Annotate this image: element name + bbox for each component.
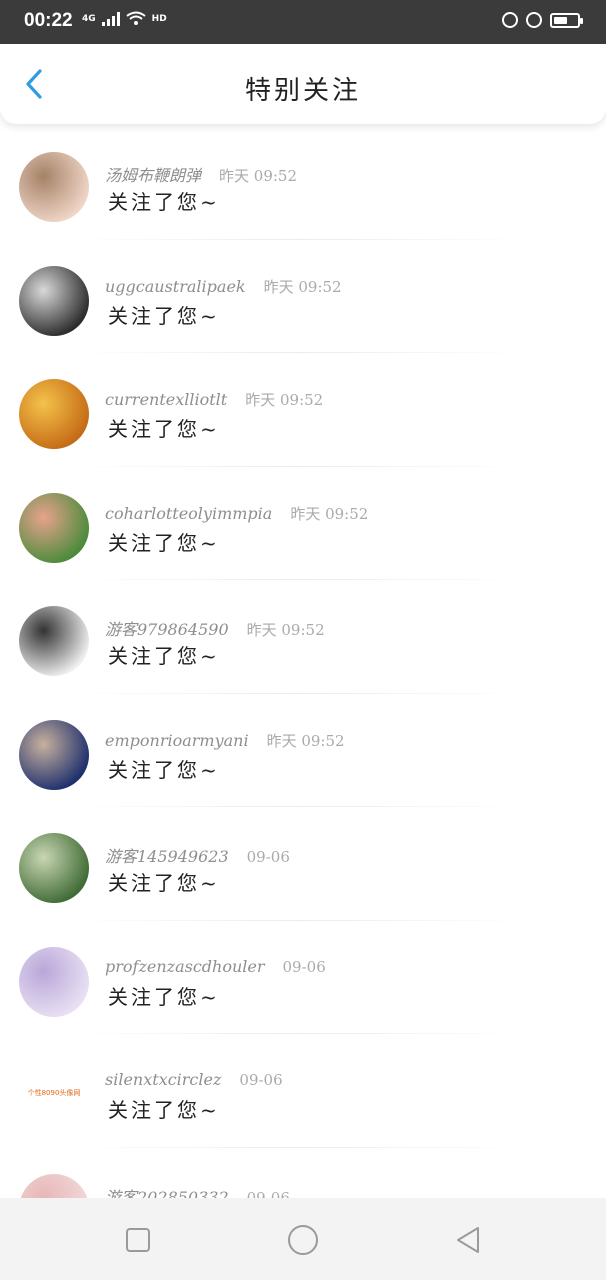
name-time-row: 游客145949623 09-06 (105, 843, 290, 867)
avatar[interactable] (19, 152, 89, 222)
timestamp: 09-06 (246, 848, 290, 866)
avatar[interactable] (19, 265, 89, 336)
user-name[interactable]: currentexlliotlt (105, 390, 227, 409)
user-name[interactable]: 汤姆布鞭朗弹 (105, 162, 201, 186)
alarm-icon (526, 12, 542, 28)
notification-message: 关注了您~ (108, 871, 220, 895)
notification-message: 关注了您~ (108, 984, 220, 1009)
app-header: 特别关注 (0, 44, 606, 124)
circle-home-icon (288, 1225, 318, 1255)
name-time-row: coharlotteolyimmpia 昨天 09:52 (105, 503, 368, 524)
name-time-row: profzenzascdhouler 09-06 (105, 957, 326, 976)
name-time-row: uggcaustralipaek 昨天 09:52 (105, 276, 342, 297)
status-left-icons: 4G HD (82, 11, 167, 27)
status-bar: 00:22 4G HD (0, 0, 606, 44)
list-item[interactable]: 个性8090头像网 silenxtxcirclez 09-06 关注了您~ (0, 1034, 606, 1148)
system-nav-bar (0, 1198, 606, 1280)
name-time-row: 游客979864590 昨天 09:52 (105, 616, 325, 640)
timestamp: 昨天 09:52 (219, 167, 298, 185)
avatar-logo-text: 个性8090头像网 (27, 1089, 81, 1097)
signal-icon (101, 12, 120, 26)
notification-message: 关注了您~ (108, 303, 220, 328)
recent-apps-button[interactable] (118, 1220, 158, 1260)
user-name[interactable]: 游客979864590 (105, 616, 229, 640)
notification-message: 关注了您~ (108, 190, 220, 214)
timestamp: 昨天 09:52 (245, 391, 324, 409)
list-item[interactable]: emponrioarmyani 昨天 09:52 关注了您~ (0, 694, 606, 807)
user-name[interactable]: coharlotteolyimmpia (105, 504, 272, 523)
network-type: 4G (82, 14, 96, 24)
triangle-back-icon (457, 1227, 479, 1253)
back-nav-button[interactable] (448, 1220, 488, 1260)
avatar[interactable] (19, 833, 89, 903)
list-item[interactable]: 汤姆布鞭朗弹 昨天 09:52 关注了您~ (0, 126, 606, 240)
avatar[interactable] (19, 719, 89, 790)
timestamp: 昨天 09:52 (246, 621, 325, 639)
notification-message: 关注了您~ (108, 644, 220, 668)
timestamp: 09-06 (282, 957, 326, 976)
avatar[interactable]: 个性8090头像网 (19, 1060, 89, 1130)
rotation-lock-icon (502, 12, 518, 28)
timestamp: 09-06 (239, 1071, 283, 1089)
battery-fill (554, 16, 567, 24)
name-time-row: currentexlliotlt 昨天 09:52 (105, 389, 323, 410)
wifi-icon (126, 11, 146, 25)
name-time-row: 汤姆布鞭朗弹 昨天 09:52 (105, 162, 297, 186)
avatar[interactable] (19, 946, 89, 1017)
user-name[interactable]: emponrioarmyani (105, 731, 249, 750)
status-right-icons (502, 12, 583, 28)
list-item[interactable]: uggcaustralipaek 昨天 09:52 关注了您~ (0, 240, 606, 353)
timestamp: 昨天 09:52 (290, 504, 369, 523)
name-time-row: emponrioarmyani 昨天 09:52 (105, 730, 345, 751)
battery-icon (550, 12, 583, 28)
list-item[interactable]: coharlotteolyimmpia 昨天 09:52 关注了您~ (0, 467, 606, 580)
avatar[interactable] (19, 606, 89, 676)
notification-message: 关注了您~ (108, 417, 220, 441)
list-item[interactable]: 游客979864590 昨天 09:52 关注了您~ (0, 580, 606, 694)
status-time: 00:22 (24, 10, 73, 31)
square-recent-apps-icon (126, 1228, 150, 1252)
list-item[interactable]: currentexlliotlt 昨天 09:52 关注了您~ (0, 353, 606, 467)
hd-badge: HD (151, 14, 167, 24)
timestamp: 昨天 09:52 (266, 731, 345, 750)
notification-message: 关注了您~ (108, 530, 220, 555)
user-name[interactable]: 游客145949623 (105, 843, 229, 867)
avatar[interactable] (19, 379, 89, 449)
name-time-row: silenxtxcirclez 09-06 (105, 1070, 283, 1089)
user-name[interactable]: silenxtxcirclez (105, 1070, 221, 1089)
avatar[interactable] (19, 492, 89, 563)
user-name[interactable]: profzenzascdhouler (105, 957, 265, 976)
follow-list: 汤姆布鞭朗弹 昨天 09:52 关注了您~ uggcaustralipaek 昨天 09… (0, 126, 606, 1261)
list-item[interactable]: profzenzascdhouler 09-06 关注了您~ (0, 921, 606, 1034)
list-item[interactable]: 游客145949623 09-06 关注了您~ (0, 807, 606, 921)
notification-message: 关注了您~ (108, 757, 220, 782)
page-title: 特别关注 (244, 76, 361, 106)
home-button[interactable] (283, 1220, 323, 1260)
notification-message: 关注了您~ (108, 1098, 220, 1122)
user-name[interactable]: uggcaustralipaek (105, 277, 246, 296)
timestamp: 昨天 09:52 (263, 277, 342, 296)
